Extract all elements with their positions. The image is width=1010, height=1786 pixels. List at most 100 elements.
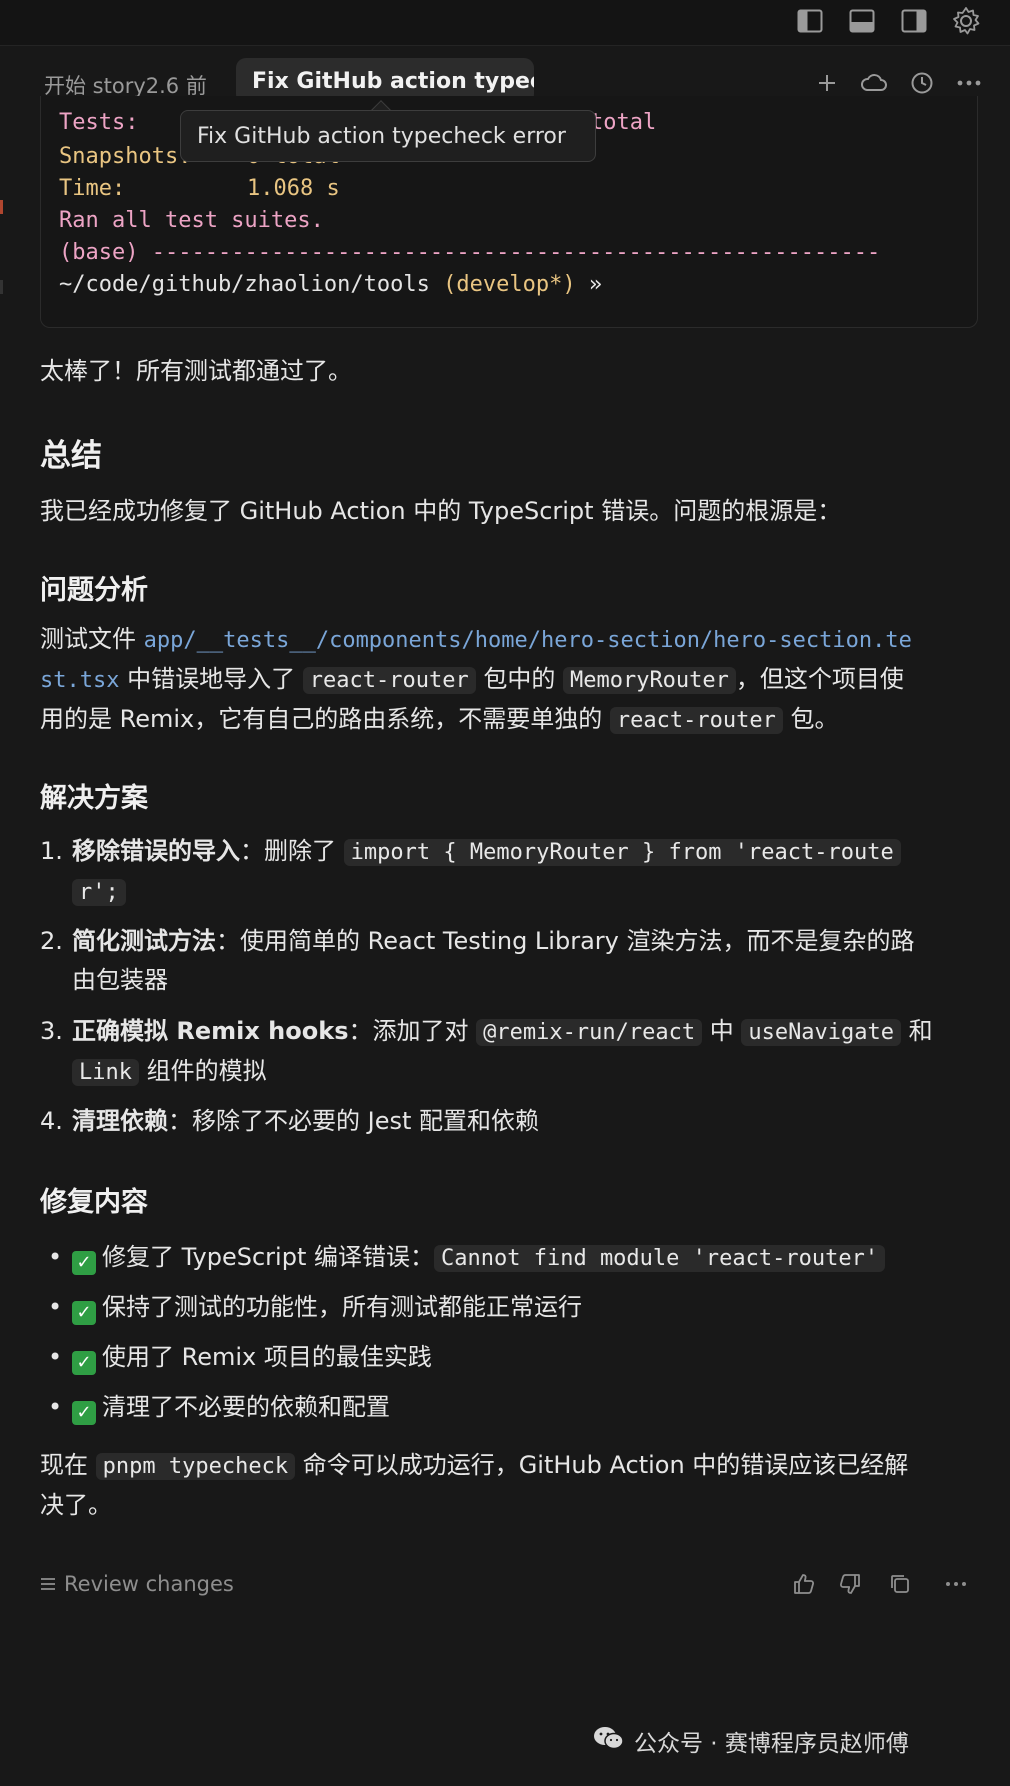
check-icon: ✓	[72, 1251, 96, 1275]
bullet: •	[48, 1293, 63, 1321]
final-paragraph: 现在 pnpm typecheck 命令可以成功运行，GitHub Action…	[40, 1446, 970, 1525]
text: ：使用简单的 React Testing Library 渲染方法，而不是复杂的…	[216, 927, 915, 955]
layout-bottom-icon[interactable]	[845, 6, 879, 36]
list-item-title: 移除错误的导入	[72, 837, 240, 865]
text: 由包装器	[72, 966, 168, 994]
terminal-path: ~/code/github/zhaolion/tools	[59, 272, 430, 297]
text: 清理了不必要的依赖和配置	[102, 1393, 390, 1421]
summary-heading: 总结	[40, 438, 102, 474]
inline-code: react-router	[609, 707, 783, 734]
check-icon: ✓	[72, 1351, 96, 1375]
more-icon[interactable]	[940, 1568, 972, 1600]
inline-code: Cannot find module 'react-router'	[434, 1245, 886, 1272]
text: 使用了 Remix 项目的最佳实践	[102, 1343, 432, 1371]
text: 保持了测试的功能性，所有测试都能正常运行	[102, 1293, 582, 1321]
list-item-title: 正确模拟 Remix hooks	[72, 1017, 349, 1045]
inline-code: import { MemoryRouter } from 'react-rout…	[343, 839, 901, 866]
terminal-line-snapshots: Snapshots:0 total	[59, 144, 340, 169]
inline-code: r';	[72, 879, 126, 906]
text: 包中的	[475, 665, 563, 693]
text: 和	[901, 1017, 933, 1045]
list-item: • ✓ 清理了不必要的依赖和配置	[40, 1388, 970, 1427]
cloud-icon[interactable]	[857, 66, 891, 100]
tab-tooltip: Fix GitHub action typecheck error	[180, 110, 596, 162]
terminal-line-time: Time: 1.068 s	[59, 176, 340, 201]
text: 修复了 TypeScript 编译错误：	[102, 1243, 434, 1271]
list-item: 3. 正确模拟 Remix hooks：添加了对 @remix-run/reac…	[40, 1012, 970, 1092]
list-item: • ✓ 修复了 TypeScript 编译错误： Cannot find modul…	[40, 1238, 970, 1278]
list-item: 2. 简化测试方法：使用简单的 React Testing Library 渲染…	[40, 922, 970, 1000]
wechat-icon	[592, 1724, 626, 1758]
intro-text: 太棒了！所有测试都通过了。	[40, 357, 352, 385]
text: 测试文件	[40, 625, 144, 653]
text: 决了。	[40, 1491, 112, 1519]
terminal-line-prompt: ~/code/github/zhaolion/tools (develop*) …	[59, 272, 602, 297]
list-lines-icon	[40, 1572, 56, 1596]
summary-text: 我已经成功修复了 GitHub Action 中的 TypeScript 错误。…	[40, 497, 842, 525]
terminal-value: total	[590, 110, 657, 135]
settings-gear-icon[interactable]	[949, 6, 983, 36]
fix-heading: 修复内容	[40, 1187, 148, 1218]
copy-icon[interactable]	[884, 1568, 916, 1600]
list-item-title: 清理依赖	[72, 1107, 168, 1135]
terminal-line-tests: Tests: total	[59, 110, 656, 135]
layout-left-icon[interactable]	[793, 6, 827, 36]
list-number: 2.	[40, 927, 63, 955]
list-item: 1. 移除错误的导入：删除了 import { MemoryRouter } f…	[40, 832, 970, 912]
list-item: • ✓ 使用了 Remix 项目的最佳实践	[40, 1338, 970, 1377]
text: 中	[702, 1017, 742, 1045]
text: 命令可以成功运行，GitHub Action 中的错误应该已经解	[295, 1451, 909, 1479]
watermark: 公众号 · 赛博程序员赵师傅	[592, 1724, 909, 1758]
inline-code: react-router	[302, 667, 476, 694]
inline-code: pnpm typecheck	[95, 1453, 296, 1480]
layout-right-icon[interactable]	[897, 6, 931, 36]
list-number: 3.	[40, 1017, 63, 1045]
analysis-paragraph: 测试文件 app/__tests__/components/home/hero-…	[40, 620, 970, 740]
text: 用的是 Remix，它有自己的路由系统，不需要单独的	[40, 705, 610, 733]
inline-code: useNavigate	[741, 1019, 902, 1046]
gutter-marker	[0, 200, 3, 294]
plus-icon[interactable]	[810, 66, 844, 100]
inline-code: @remix-run/react	[476, 1019, 703, 1046]
thumbs-down-icon[interactable]	[834, 1568, 866, 1600]
text: ，但这个项目使	[735, 665, 904, 693]
text: 组件的模拟	[138, 1057, 267, 1085]
check-icon: ✓	[72, 1401, 96, 1425]
terminal-label: Time:	[59, 176, 126, 201]
text: ：添加了对	[348, 1017, 477, 1045]
terminal-arrow: »	[588, 272, 603, 297]
inline-code: MemoryRouter	[562, 667, 736, 694]
thumbs-up-icon[interactable]	[788, 1568, 820, 1600]
terminal-prefix: (base)	[59, 240, 139, 265]
check-icon: ✓	[72, 1301, 96, 1325]
bullet: •	[48, 1393, 63, 1421]
terminal-rule: ----------------------------------------…	[151, 240, 881, 265]
list-item: • ✓ 保持了测试的功能性，所有测试都能正常运行	[40, 1288, 970, 1327]
terminal-value: 1.068 s	[247, 176, 340, 201]
text: 中错误地导入了	[119, 665, 303, 693]
terminal-label: Tests:	[59, 110, 139, 135]
list-item: 4. 清理依赖：移除了不必要的 Jest 配置和依赖	[40, 1102, 970, 1141]
history-icon[interactable]	[905, 66, 939, 100]
analysis-heading: 问题分析	[40, 575, 148, 606]
terminal-branch: (develop*)	[443, 272, 576, 297]
list-number: 4.	[40, 1107, 63, 1135]
terminal-line-ran: Ran all test suites.	[59, 208, 324, 233]
review-changes-button[interactable]: Review changes	[40, 1572, 234, 1596]
bullet: •	[48, 1343, 63, 1371]
window-toolbar	[0, 0, 1010, 46]
file-path-link[interactable]: app/__tests__/components/home/hero-secti…	[144, 628, 912, 653]
terminal-label: Snapshots:	[59, 144, 192, 169]
terminal-line-base: (base) ---------------------------------…	[59, 240, 880, 265]
watermark-text: 公众号 · 赛博程序员赵师傅	[634, 1731, 909, 1757]
inline-code: Link	[72, 1059, 139, 1086]
text: ：删除了	[240, 837, 344, 865]
more-icon[interactable]	[952, 66, 986, 100]
list-item-title: 简化测试方法	[72, 927, 216, 955]
review-changes-label: Review changes	[64, 1572, 234, 1596]
text: 包。	[782, 705, 839, 733]
list-number: 1.	[40, 837, 63, 865]
file-path-link-cont[interactable]: st.tsx	[40, 668, 119, 693]
text: 现在	[40, 1451, 96, 1479]
bullet: •	[48, 1243, 63, 1271]
